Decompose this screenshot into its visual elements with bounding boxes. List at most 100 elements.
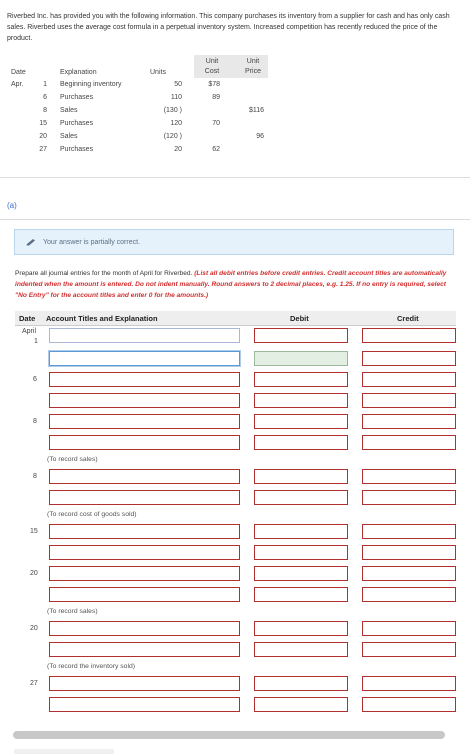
row-day: 15	[39, 120, 47, 127]
debit-input[interactable]	[254, 414, 348, 429]
credit-input[interactable]	[362, 545, 456, 560]
row-unit-cost: 89	[212, 94, 220, 101]
date-day: 27	[30, 680, 38, 687]
account-title-input[interactable]	[49, 328, 240, 343]
entry-note-sales: (To record sales)	[47, 608, 98, 615]
debit-input[interactable]	[254, 697, 348, 712]
credit-input[interactable]	[362, 587, 456, 602]
debit-input[interactable]	[254, 372, 348, 387]
journal-col-credit: Credit	[397, 314, 419, 323]
credit-input[interactable]	[362, 697, 456, 712]
horizontal-scrollbar[interactable]	[13, 731, 445, 739]
feedback-text: Your answer is partially correct.	[43, 239, 141, 246]
journal-col-account: Account Titles and Explanation	[46, 314, 158, 323]
date-day: 6	[33, 376, 37, 383]
credit-input[interactable]	[362, 414, 456, 429]
row-explanation: Sales	[60, 107, 78, 114]
debit-input[interactable]	[254, 393, 348, 408]
row-units: (130 )	[163, 107, 182, 114]
row-units: 20	[174, 146, 182, 153]
row-units: (120 )	[163, 133, 182, 140]
debit-input[interactable]	[254, 587, 348, 602]
row-day: 8	[43, 107, 47, 114]
account-title-input[interactable]	[49, 676, 240, 691]
debit-input[interactable]	[254, 328, 348, 343]
account-title-input[interactable]	[49, 697, 240, 712]
account-title-input[interactable]	[49, 566, 240, 581]
credit-input[interactable]	[362, 393, 456, 408]
row-explanation: Sales	[60, 133, 78, 140]
credit-input[interactable]	[362, 435, 456, 450]
debit-input[interactable]	[254, 621, 348, 636]
instructions-text: Prepare all journal entries for the mont…	[15, 270, 195, 277]
entry-note-sales: (To record sales)	[47, 456, 98, 463]
row-units: 110	[170, 94, 182, 101]
credit-input[interactable]	[362, 676, 456, 691]
debit-input[interactable]	[254, 524, 348, 539]
account-title-input[interactable]	[49, 524, 240, 539]
account-title-input[interactable]	[49, 469, 240, 484]
row-explanation: Purchases	[60, 94, 94, 101]
section-divider	[0, 219, 470, 220]
section-divider	[0, 177, 470, 178]
debit-input[interactable]	[254, 545, 348, 560]
col-header-unit-cost: Unit Cost	[204, 58, 220, 75]
row-day: 1	[43, 81, 47, 88]
row-day: 6	[43, 94, 47, 101]
account-title-input[interactable]	[49, 393, 240, 408]
journal-header: Date Account Titles and Explanation Debi…	[15, 311, 456, 325]
row-unit-price: $116	[248, 107, 264, 114]
debit-input[interactable]	[254, 642, 348, 657]
entry-note-inventory-sold: (To record the inventory sold)	[47, 663, 136, 670]
credit-input[interactable]	[362, 490, 456, 505]
account-title-input[interactable]	[49, 351, 240, 366]
account-title-input[interactable]	[49, 435, 240, 450]
row-unit-cost: $78	[208, 81, 220, 88]
col-header-unit-price: Unit Price	[245, 58, 261, 75]
row-explanation: Beginning inventory	[60, 81, 122, 88]
feedback-banner: Your answer is partially correct.	[14, 229, 454, 255]
date-day: 8	[33, 418, 37, 425]
account-title-input[interactable]	[49, 587, 240, 602]
credit-input[interactable]	[362, 621, 456, 636]
credit-input[interactable]	[362, 328, 456, 343]
account-title-input[interactable]	[49, 490, 240, 505]
row-unit-cost: 62	[212, 146, 220, 153]
part-label: (a)	[7, 201, 17, 210]
debit-input[interactable]	[254, 676, 348, 691]
debit-input[interactable]	[254, 351, 348, 366]
row-day: 27	[39, 146, 47, 153]
row-month: Apr.	[11, 81, 24, 88]
debit-input[interactable]	[254, 490, 348, 505]
date-day: 20	[30, 570, 38, 577]
col-header-date: Date	[11, 69, 26, 76]
credit-input[interactable]	[362, 351, 456, 366]
journal-col-debit: Debit	[290, 314, 309, 323]
journal-header-rule	[15, 325, 456, 326]
account-title-input[interactable]	[49, 642, 240, 657]
credit-input[interactable]	[362, 642, 456, 657]
problem-intro: Riverbed Inc. has provided you with the …	[7, 13, 450, 42]
credit-input[interactable]	[362, 524, 456, 539]
row-explanation: Purchases	[60, 146, 94, 153]
row-day: 20	[39, 133, 47, 140]
debit-input[interactable]	[254, 566, 348, 581]
next-section-stub	[14, 749, 114, 754]
account-title-input[interactable]	[49, 372, 240, 387]
debit-input[interactable]	[254, 469, 348, 484]
date-day: 8	[33, 473, 37, 480]
credit-input[interactable]	[362, 566, 456, 581]
account-title-input[interactable]	[49, 414, 240, 429]
date-day: 15	[30, 528, 38, 535]
instructions: Prepare all journal entries for the mont…	[15, 268, 457, 301]
account-title-input[interactable]	[49, 621, 240, 636]
col-header-explanation: Explanation	[60, 69, 97, 76]
col-header-units: Units	[150, 69, 166, 76]
account-title-input[interactable]	[49, 545, 240, 560]
journal-col-date: Date	[19, 314, 36, 323]
debit-input[interactable]	[254, 435, 348, 450]
credit-input[interactable]	[362, 372, 456, 387]
credit-input[interactable]	[362, 469, 456, 484]
row-units: 50	[174, 81, 182, 88]
entry-note-cogs: (To record cost of goods sold)	[47, 511, 137, 518]
